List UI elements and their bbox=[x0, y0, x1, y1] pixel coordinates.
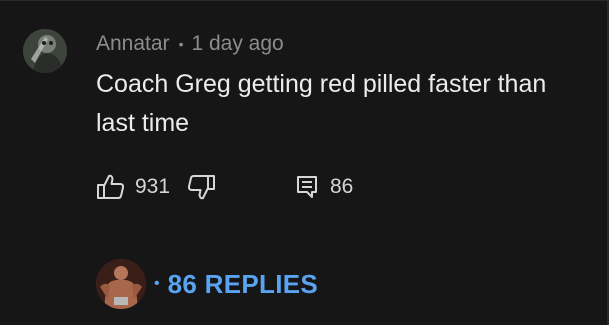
comment-page: Annatar • 1 day ago Coach Greg getting r… bbox=[0, 0, 609, 325]
comment-item: Annatar • 1 day ago Coach Greg getting r… bbox=[0, 1, 609, 325]
author-name[interactable]: Annatar bbox=[96, 32, 170, 56]
replies-label: 86 REPLIES bbox=[167, 268, 319, 299]
reply-author-avatar bbox=[96, 259, 146, 309]
comment-meta: Annatar • 1 day ago bbox=[96, 31, 284, 57]
comment-icon bbox=[296, 175, 318, 199]
replies-separator: • bbox=[154, 275, 160, 292]
like-count: 931 bbox=[135, 175, 171, 198]
author-avatar[interactable] bbox=[23, 29, 67, 73]
like-button[interactable]: 931 bbox=[96, 173, 186, 201]
view-replies-button[interactable]: • 86 REPLIES bbox=[96, 259, 318, 309]
comment-actions: 931 86 bbox=[96, 171, 353, 203]
reply-button[interactable]: 86 bbox=[296, 175, 353, 199]
thumbs-up-icon bbox=[96, 173, 126, 201]
comment-timestamp: 1 day ago bbox=[191, 32, 284, 55]
meta-separator: • bbox=[178, 36, 184, 52]
thumbs-down-icon bbox=[186, 173, 216, 201]
comment-text: Coach Greg getting red pilled faster tha… bbox=[96, 70, 547, 137]
dislike-button[interactable] bbox=[186, 173, 296, 201]
reply-count: 86 bbox=[330, 175, 354, 198]
